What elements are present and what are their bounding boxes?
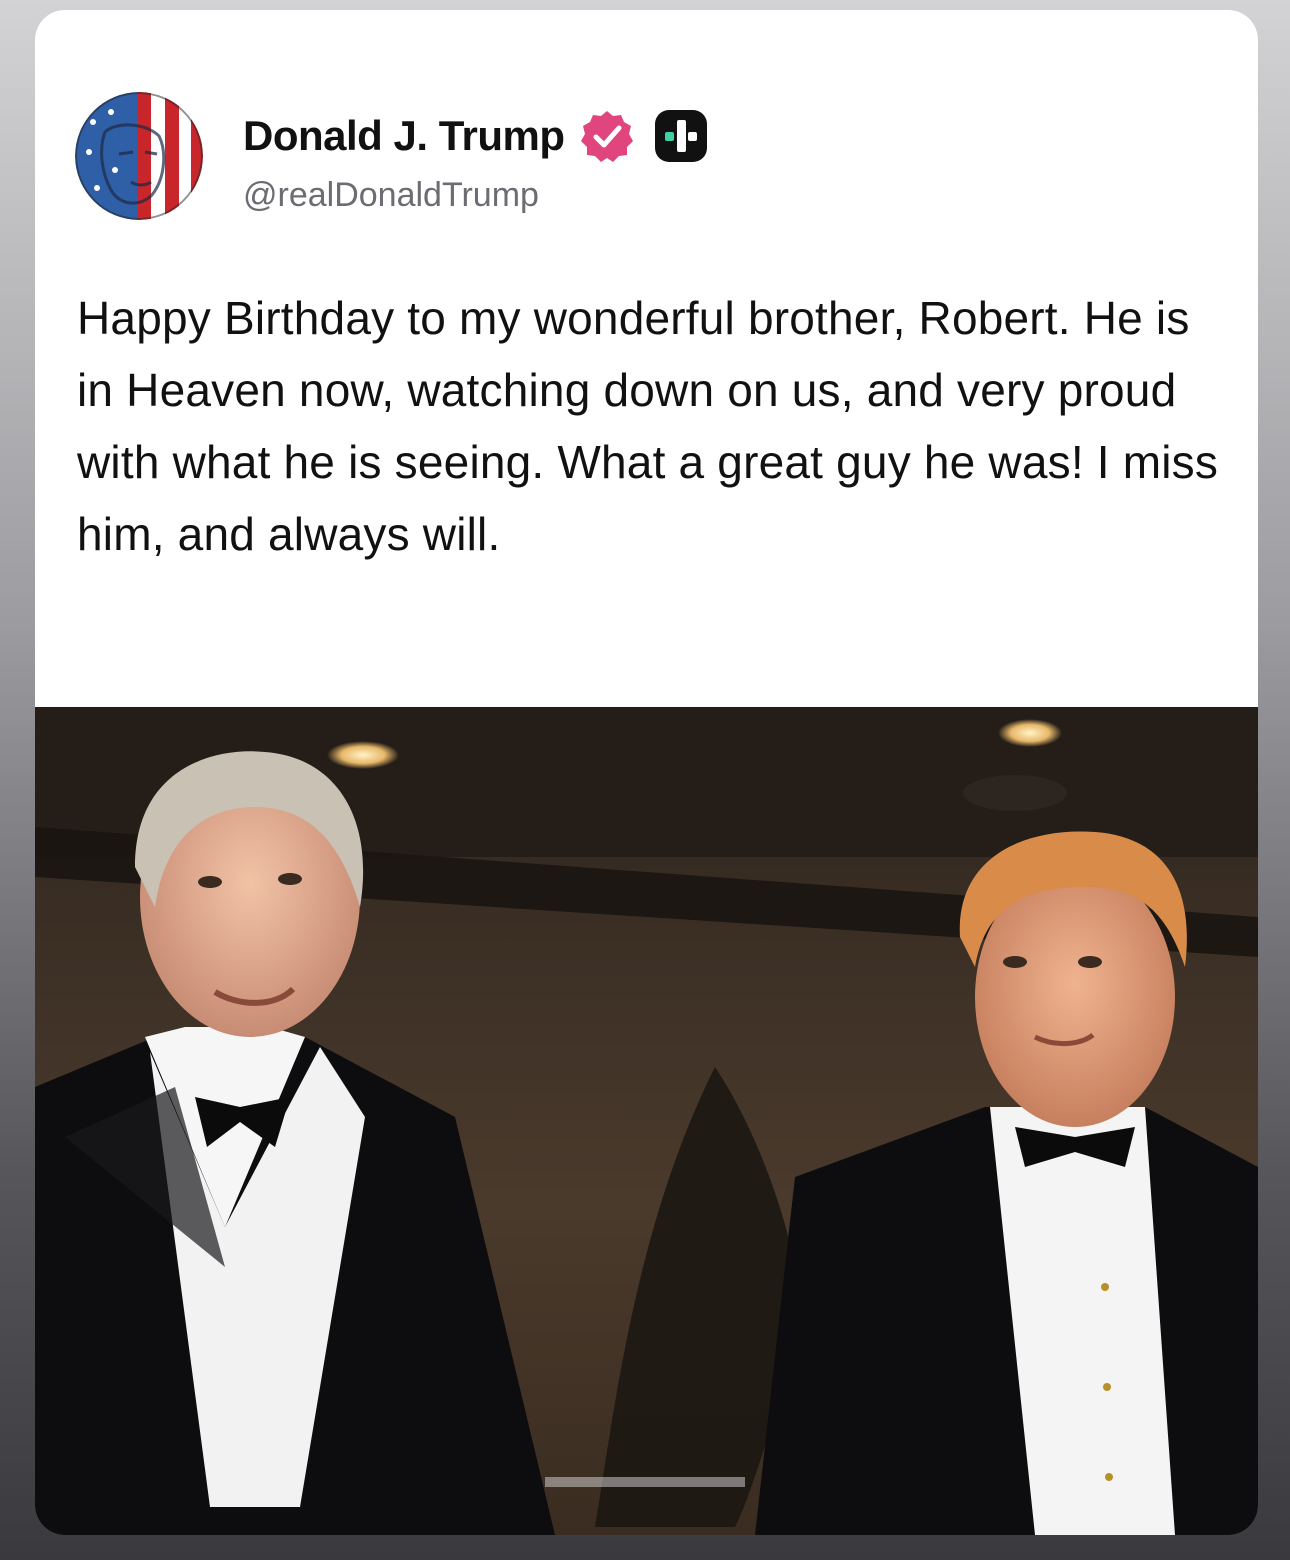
author-avatar[interactable] [75, 92, 203, 220]
author-handle[interactable]: @realDonaldTrump [243, 176, 709, 215]
photo-two-men-in-tuxedos-icon [35, 707, 1258, 1535]
post-text: Happy Birthday to my wonderful brother, … [77, 292, 1219, 560]
name-row: Donald J. Trump [243, 110, 709, 162]
post-card: Donald J. Trump @realDonaldTrump Happy B… [35, 10, 1258, 1535]
plus-badge-icon [654, 110, 707, 162]
verified-badge-icon [580, 111, 633, 162]
author-names: Donald J. Trump @realDonaldTrump [243, 110, 709, 215]
post-header: Donald J. Trump @realDonaldTrump [75, 92, 709, 220]
author-display-name[interactable]: Donald J. Trump [243, 112, 565, 160]
flag-portrait-avatar-icon [75, 92, 203, 220]
post-image[interactable] [35, 707, 1258, 1535]
